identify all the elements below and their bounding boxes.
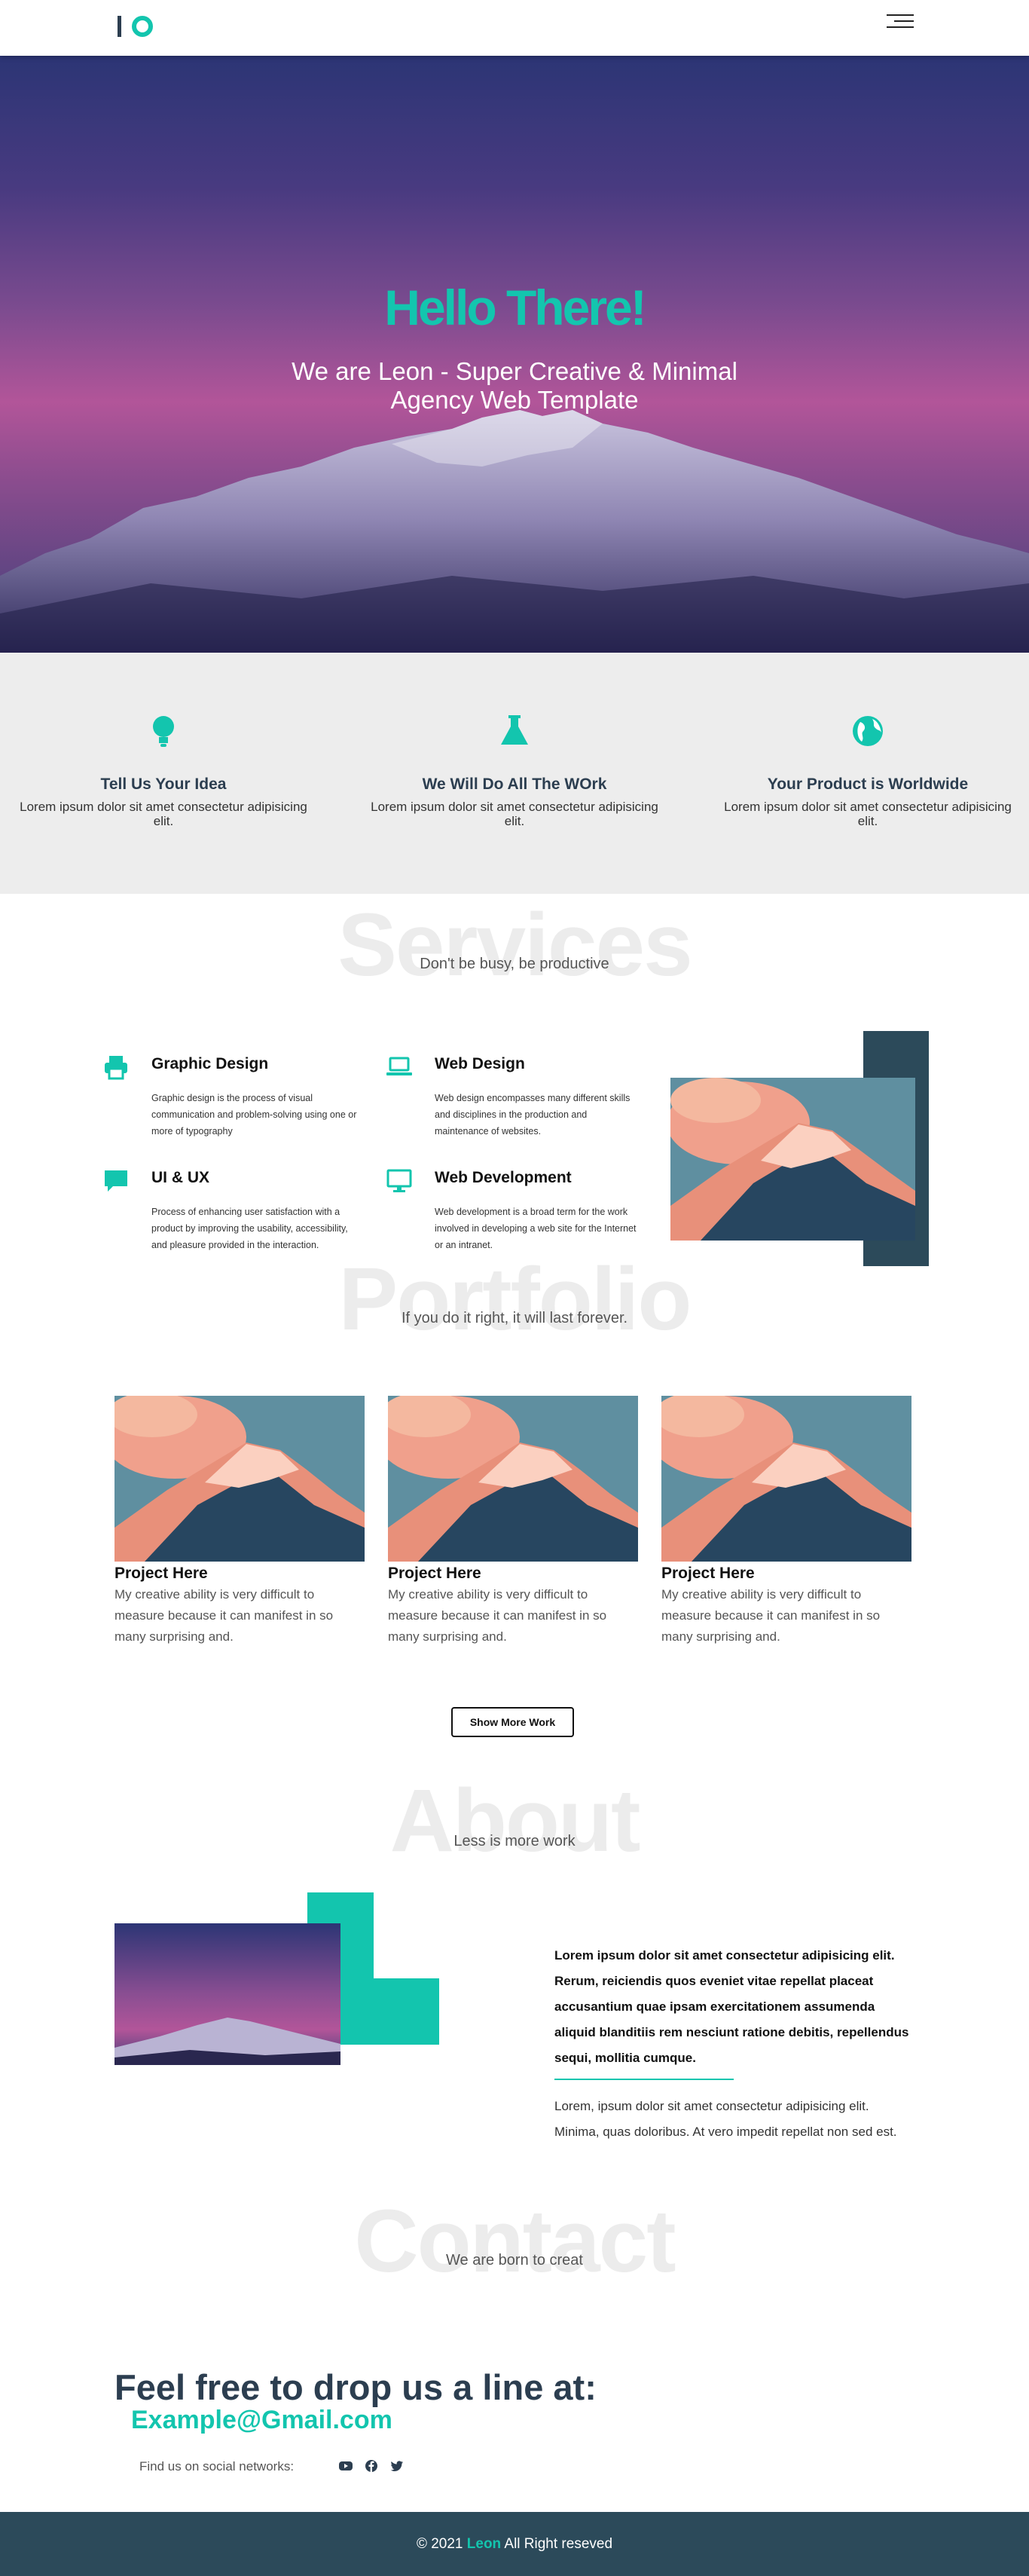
footer-brand[interactable]: Leon	[467, 2536, 501, 2552]
portfolio-title: Project Here	[661, 1565, 755, 1582]
footer-copyright: © 2021	[416, 2536, 463, 2552]
feature-text: Lorem ipsum dolor sit amet consectetur a…	[371, 800, 658, 828]
about-divider	[554, 2079, 734, 2080]
services-subtitle: Don't be busy, be productive	[420, 956, 609, 972]
contact-subtitle: We are born to creat	[446, 2252, 583, 2269]
services-image	[670, 1078, 915, 1241]
twitter-icon[interactable]	[389, 2458, 405, 2474]
menu-line	[894, 20, 914, 22]
lightbulb-icon	[153, 716, 174, 747]
portfolio-card[interactable]: Project Here My creative ability is very…	[661, 1396, 911, 1647]
mountain-background	[0, 410, 1029, 653]
hero-subtitle: We are Leon - Super Creative & Minimal A…	[292, 357, 737, 414]
service-title: Web Development	[435, 1169, 572, 1186]
chat-icon	[105, 1170, 127, 1192]
service-text: Process of enhancing user satisfaction w…	[151, 1207, 348, 1250]
feature-card: Your Product is Worldwide Lorem ipsum do…	[717, 713, 1018, 828]
social-label: Find us on social networks:	[139, 2459, 295, 2474]
portfolio-bg-title: Portfolio	[338, 1250, 692, 1349]
feature-title: Your Product is Worldwide	[767, 776, 969, 793]
portfolio-card[interactable]: Project Here My creative ability is very…	[388, 1396, 638, 1647]
site-header	[0, 0, 1029, 56]
portfolio-text: My creative ability is very difficult to…	[115, 1587, 334, 1644]
service-title: Web Design	[435, 1055, 525, 1072]
about-bg-title: About	[389, 1771, 641, 1871]
portfolio-text: My creative ability is very difficult to…	[661, 1587, 881, 1644]
mountain-photo	[115, 1923, 340, 2065]
portfolio-subtitle: If you do it right, it will last forever…	[401, 1310, 628, 1326]
feature-text: Lorem ipsum dolor sit amet consectetur a…	[20, 800, 307, 828]
portfolio-title: Project Here	[115, 1565, 208, 1582]
about-bold-text: Lorem ipsum dolor sit amet consectetur a…	[554, 1948, 909, 2065]
printer-icon	[105, 1056, 127, 1080]
service-text: Web design encompasses many different sk…	[435, 1093, 631, 1137]
portfolio-image[interactable]	[661, 1396, 911, 1562]
portfolio-title: Project Here	[388, 1565, 481, 1582]
feature-title: Tell Us Your Idea	[100, 776, 227, 793]
show-more-work-button[interactable]: Show More Work	[451, 1707, 574, 1737]
mountain-photo	[388, 1396, 638, 1562]
logo-ring	[132, 16, 153, 37]
logo[interactable]	[118, 15, 153, 38]
service-text: Web development is a broad term for the …	[435, 1207, 637, 1250]
monitor-icon	[386, 1169, 412, 1192]
feature-text: Lorem ipsum dolor sit amet consectetur a…	[724, 800, 1012, 828]
about-text-block: Lorem ipsum dolor sit amet consectetur a…	[554, 1943, 916, 2145]
facebook-icon[interactable]	[364, 2458, 379, 2474]
service-title: Graphic Design	[151, 1055, 269, 1072]
footer-rights: All Right reseved	[504, 2536, 613, 2552]
youtube-icon[interactable]	[338, 2458, 353, 2474]
laptop-icon	[386, 1057, 412, 1075]
portfolio-card[interactable]: Project Here My creative ability is very…	[115, 1396, 365, 1647]
portfolio-text: My creative ability is very difficult to…	[388, 1587, 607, 1644]
feature-card: We Will Do All The WOrk Lorem ipsum dolo…	[364, 713, 665, 828]
portfolio-image[interactable]	[115, 1396, 365, 1562]
service-text: Graphic design is the process of visual …	[151, 1093, 357, 1137]
menu-line	[887, 14, 914, 16]
contact-bg-title: Contact	[354, 2192, 676, 2291]
feature-title: We Will Do All The WOrk	[422, 776, 607, 793]
flask-icon	[501, 715, 528, 745]
contact-title: Feel free to drop us a line at:	[115, 2367, 597, 2407]
hero-title: Hello There!	[384, 280, 646, 335]
feature-card: Tell Us Your Idea Lorem ipsum dolor sit …	[13, 713, 314, 828]
contact-email-link[interactable]: Example@Gmail.com	[131, 2406, 392, 2435]
about-text: Lorem, ipsum dolor sit amet consectetur …	[554, 2099, 897, 2139]
mountain-photo	[670, 1078, 915, 1241]
features-section: Tell Us Your Idea Lorem ipsum dolor sit …	[0, 653, 1029, 894]
mountain-photo	[661, 1396, 911, 1562]
about-image	[115, 1923, 340, 2065]
services-bg-title: Services	[337, 895, 693, 995]
site-footer: © 2021 Leon All Right reseved	[0, 2512, 1029, 2576]
about-subtitle: Less is more work	[453, 1833, 576, 1849]
menu-line	[887, 26, 914, 28]
hamburger-icon[interactable]	[887, 11, 914, 32]
globe-icon	[853, 716, 883, 746]
portfolio-image[interactable]	[388, 1396, 638, 1562]
hero-section: Hello There! We are Leon - Super Creativ…	[0, 56, 1029, 653]
service-title: UI & UX	[151, 1169, 210, 1186]
logo-bar	[118, 16, 121, 37]
mountain-photo	[115, 1396, 365, 1562]
